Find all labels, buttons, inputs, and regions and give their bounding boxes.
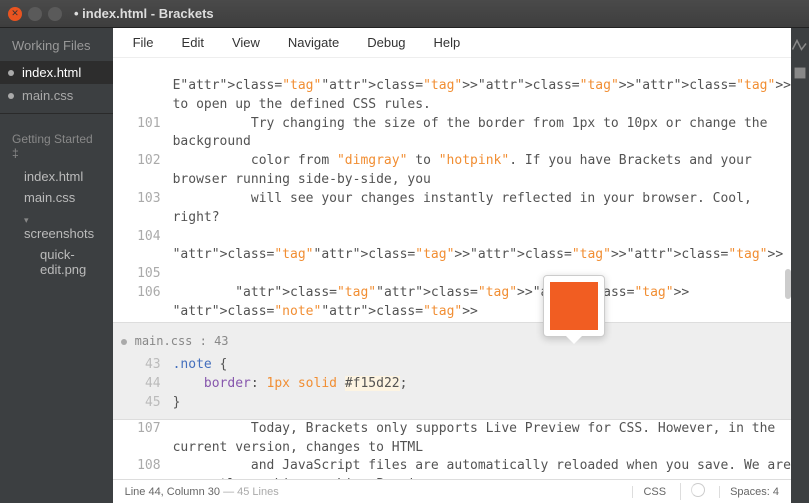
code-line[interactable]: E"attr">class="tag""attr">class="tag">>"… [121, 58, 791, 115]
inline-code-line[interactable]: 43.note { [121, 356, 791, 375]
close-icon[interactable]: ✕ [8, 7, 22, 21]
language-mode[interactable]: CSS [632, 486, 666, 498]
indent-mode[interactable]: Spaces: 4 [719, 486, 779, 498]
file-label: index.html [22, 65, 81, 80]
sidebar: Working Files index.htmlmain.css Getting… [0, 28, 113, 503]
menu-navigate[interactable]: Navigate [276, 31, 351, 54]
code-line[interactable]: 102 color from "dimgray" to "hotpink". I… [121, 152, 791, 190]
code-line[interactable]: 108 and JavaScript files are automatical… [121, 457, 791, 479]
line-number: 106 [121, 284, 173, 322]
line-number: 45 [121, 394, 173, 413]
working-file-index-html[interactable]: index.html [0, 61, 113, 84]
menu-edit[interactable]: Edit [170, 31, 216, 54]
inspect-icon[interactable] [680, 483, 705, 500]
line-number: 103 [121, 190, 173, 228]
line-number [121, 58, 173, 115]
inline-code-line[interactable]: 45} [121, 394, 791, 413]
modified-dot-icon [121, 339, 127, 345]
line-number: 43 [121, 356, 173, 375]
code-line[interactable]: 106 "attr">class="tag""attr">class="tag"… [121, 284, 791, 322]
color-picker-popup[interactable] [543, 275, 605, 337]
line-number: 108 [121, 457, 173, 479]
line-number: 44 [121, 375, 173, 394]
code-line[interactable]: 104 "attr">class="tag""attr">class="tag"… [121, 228, 791, 266]
statusbar: Line 44, Column 30 — 45 Lines CSS Spaces… [113, 479, 791, 503]
main: FileEditViewNavigateDebugHelp E"attr">cl… [113, 28, 791, 503]
file-quick-edit-png[interactable]: quick-edit.png [0, 244, 113, 280]
line-number: 102 [121, 152, 173, 190]
line-count: — 45 Lines [223, 486, 279, 498]
file-label: main.css [22, 88, 73, 103]
color-swatch[interactable] [550, 282, 598, 330]
modified-dot-icon [8, 70, 14, 76]
modified-dot-icon [8, 93, 14, 99]
minimize-icon[interactable] [28, 7, 42, 21]
titlebar: ✕ • index.html - Brackets [0, 0, 809, 28]
menu-view[interactable]: View [220, 31, 272, 54]
working-file-main-css[interactable]: main.css [0, 84, 113, 107]
code-editor[interactable]: E"attr">class="tag""attr">class="tag">>"… [113, 58, 791, 479]
menubar: FileEditViewNavigateDebugHelp [113, 28, 791, 58]
inline-css-editor[interactable]: main.css : 43 43.note {44 border: 1px so… [113, 322, 791, 420]
menu-help[interactable]: Help [422, 31, 473, 54]
code-line[interactable]: 103 will see your changes instantly refl… [121, 190, 791, 228]
code-line[interactable]: 101 Try changing the size of the border … [121, 115, 791, 153]
extensions-icon[interactable] [791, 66, 809, 80]
file-index-html[interactable]: index.html [0, 166, 113, 187]
line-number: 107 [121, 420, 173, 458]
right-toolbar [791, 28, 809, 503]
window-title: • index.html - Brackets [74, 6, 214, 21]
live-preview-icon[interactable] [791, 38, 809, 52]
line-number: 105 [121, 265, 173, 284]
cursor-position: Line 44, Column 30 [125, 486, 220, 498]
line-number: 101 [121, 115, 173, 153]
inline-code-line[interactable]: 44 border: 1px solid #f15d22; [121, 375, 791, 394]
maximize-icon[interactable] [48, 7, 62, 21]
menu-file[interactable]: File [121, 31, 166, 54]
folder-screenshots[interactable]: screenshots [0, 208, 113, 244]
scrollbar-thumb[interactable] [785, 269, 791, 299]
working-files-label: Working Files [0, 28, 113, 61]
line-number: 104 [121, 228, 173, 266]
code-line[interactable]: 107 Today, Brackets only supports Live P… [121, 420, 791, 458]
menu-debug[interactable]: Debug [355, 31, 417, 54]
inline-editor-header: main.css : 43 [113, 329, 791, 356]
code-line[interactable]: 105 [121, 265, 791, 284]
file-main-css[interactable]: main.css [0, 187, 113, 208]
project-label[interactable]: Getting Started ‡ [0, 120, 113, 166]
window-controls: ✕ [8, 7, 62, 21]
